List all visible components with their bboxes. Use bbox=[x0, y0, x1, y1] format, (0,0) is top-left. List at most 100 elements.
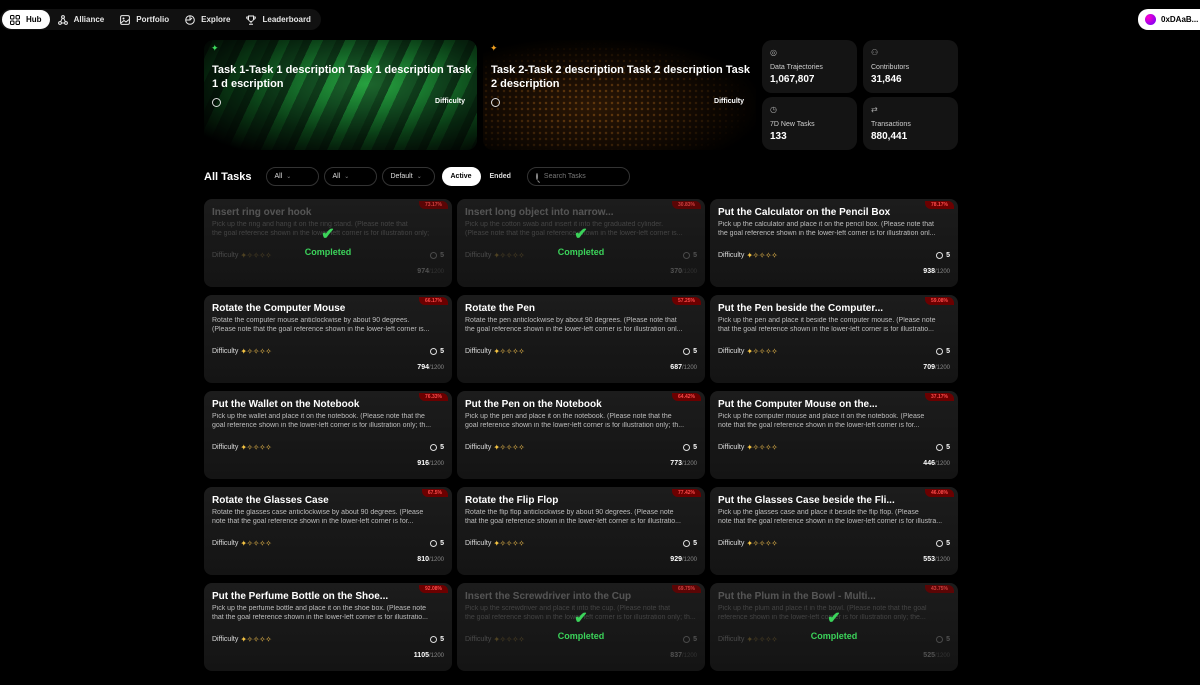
nav-item-portfolio[interactable]: Portfolio bbox=[112, 10, 177, 29]
featured-task-1[interactable]: ✦ Task 1-Task 1 description Task 1 descr… bbox=[204, 40, 477, 150]
task-progress-total: /1200 bbox=[934, 365, 950, 371]
completion-badge: 57.25% bbox=[672, 297, 701, 305]
task-description-line: note that the goal reference shown in th… bbox=[718, 517, 943, 525]
task-progress: 553/1200 bbox=[923, 556, 950, 563]
task-time-value: 5 bbox=[440, 636, 444, 643]
task-card[interactable]: 67.5% Rotate the Glasses Case Rotate the… bbox=[204, 487, 452, 575]
select-value: All bbox=[332, 173, 341, 180]
featured-task-2[interactable]: ✦ Task 2-Task 2 description Task 2 descr… bbox=[483, 40, 756, 150]
wallet-button[interactable]: 0xDAaB... bbox=[1138, 9, 1200, 30]
task-progress-count: 687 bbox=[670, 364, 682, 371]
chevron-down-icon: ⌄ bbox=[416, 174, 422, 180]
task-meta-row: Difficulty ✦✧✧✧✧ 5 bbox=[465, 539, 697, 548]
grid-icon bbox=[10, 14, 20, 25]
difficulty: Difficulty ✦✧✧✧✧ bbox=[718, 443, 778, 452]
completed-overlay: ✔ Completed bbox=[204, 226, 452, 258]
difficulty-stars-icon: ✦✧✧✧✧ bbox=[746, 443, 778, 452]
task-progress-total: /1200 bbox=[681, 653, 697, 659]
completed-overlay: ✔ Completed bbox=[457, 611, 705, 642]
task-progress-total: /1200 bbox=[681, 269, 697, 275]
task-description: Pick up the glasses case and place it be… bbox=[718, 509, 950, 526]
completion-badge: 78.17% bbox=[925, 201, 954, 209]
difficulty-label: Difficulty bbox=[465, 348, 492, 355]
trophy-icon bbox=[246, 15, 257, 25]
status-toggle: Active Ended bbox=[441, 167, 520, 186]
task-card[interactable]: 66.17% Rotate the Computer Mouse Rotate … bbox=[204, 295, 452, 383]
task-card[interactable]: 76.33% Put the Wallet on the Notebook Pi… bbox=[204, 391, 452, 479]
completion-badge: 76.33% bbox=[419, 393, 448, 401]
chevron-down-icon: ⌄ bbox=[344, 174, 350, 180]
task-progress-total: /1200 bbox=[681, 557, 697, 563]
clock-icon bbox=[430, 636, 438, 643]
task-card[interactable]: 57.25% Rotate the Pen Rotate the pen ant… bbox=[457, 295, 705, 383]
completed-overlay: ✔ Completed bbox=[457, 227, 705, 258]
target-icon: ◎ bbox=[770, 48, 777, 57]
toggle-ended[interactable]: Ended bbox=[481, 167, 520, 186]
task-time: 5 bbox=[936, 540, 950, 547]
task-card[interactable]: 46.08% Put the Glasses Case beside the F… bbox=[710, 487, 958, 575]
task-progress-total: /1200 bbox=[681, 365, 697, 371]
transfer-icon: ⇄ bbox=[871, 105, 878, 114]
task-progress: 974/1200 bbox=[417, 268, 444, 275]
completion-badge: 59.08% bbox=[925, 297, 954, 305]
search-input[interactable] bbox=[543, 173, 624, 180]
nav-item-hub[interactable]: Hub bbox=[2, 10, 50, 29]
search-icon bbox=[535, 173, 538, 180]
task-title: Put the Pen beside the Computer... bbox=[718, 303, 884, 314]
task-card[interactable]: 64.42% Put the Pen on the Notebook Pick … bbox=[457, 391, 705, 479]
task-progress-total: /1200 bbox=[934, 557, 950, 563]
clock-icon bbox=[430, 348, 438, 355]
clock-icon: ◷ bbox=[770, 105, 777, 114]
difficulty-stars-icon: ✦✧✧✧✧ bbox=[493, 539, 525, 548]
task-progress-count: 1105 bbox=[413, 652, 429, 659]
sort-select[interactable]: Default ⌄ bbox=[381, 167, 435, 186]
task-description-line: goal reference shown in the lower-left c… bbox=[212, 421, 432, 429]
task-card[interactable]: 73.17% Insert ring over hook Pick up the… bbox=[204, 199, 452, 287]
nav-label-explore: Explore bbox=[201, 15, 231, 24]
stat-new-tasks: ◷ 7D New Tasks 133 bbox=[762, 97, 857, 150]
select-value: All bbox=[274, 173, 283, 180]
task-time-value: 5 bbox=[440, 348, 444, 355]
task-meta-row: Difficulty ✦✧✧✧✧ 5 bbox=[212, 443, 444, 452]
toggle-active[interactable]: Active bbox=[441, 167, 481, 186]
top-navigation: Hub Alliance Portfolio Explore Leaderboa… bbox=[0, 9, 321, 30]
nav-label-alliance: Alliance bbox=[73, 15, 105, 24]
task-card[interactable]: 59.08% Put the Pen beside the Computer..… bbox=[710, 295, 958, 383]
task-description: Pick up the wallet and place it on the n… bbox=[212, 413, 444, 430]
task-time-value: 5 bbox=[693, 444, 697, 451]
wallet-address: 0xDAaB... bbox=[1161, 15, 1199, 24]
task-card[interactable]: 77.42% Rotate the Flip Flop Rotate the f… bbox=[457, 487, 705, 575]
stat-label: Transactions bbox=[871, 121, 911, 128]
checkmark-icon: ✔ bbox=[321, 226, 335, 243]
task-time-value: 5 bbox=[693, 348, 697, 355]
task-progress: 709/1200 bbox=[923, 364, 950, 371]
stat-transactions: ⇄ Transactions 880,441 bbox=[863, 97, 958, 150]
task-description-line: Pick up the wallet and place it on the n… bbox=[212, 413, 425, 420]
stat-value: 133 bbox=[770, 131, 787, 142]
task-card[interactable]: 92.08% Put the Perfume Bottle on the Sho… bbox=[204, 583, 452, 671]
task-description: Pick up the pen and place it on the note… bbox=[465, 413, 697, 430]
task-description-line: Pick up the pen and place it beside the … bbox=[718, 317, 936, 324]
nav-label-leaderboard: Leaderboard bbox=[262, 15, 311, 24]
task-title: Put the Perfume Bottle on the Shoe... bbox=[212, 591, 389, 602]
completed-label: Completed bbox=[304, 247, 352, 257]
nav-item-alliance[interactable]: Alliance bbox=[50, 10, 113, 29]
type-select[interactable]: All ⌄ bbox=[323, 167, 377, 186]
task-card[interactable]: 30.83% Insert long object into narrow...… bbox=[457, 199, 705, 287]
task-card[interactable]: 78.17% Put the Calculator on the Pencil … bbox=[710, 199, 958, 287]
difficulty-stars-icon: ✦✧✧✧✧ bbox=[240, 347, 272, 356]
nav-item-explore[interactable]: Explore bbox=[177, 10, 238, 29]
nav-item-leaderboard[interactable]: Leaderboard bbox=[238, 10, 318, 29]
task-card[interactable]: 69.75% Insert the Screwdriver into the C… bbox=[457, 583, 705, 671]
task-card[interactable]: 37.17% Put the Computer Mouse on the... … bbox=[710, 391, 958, 479]
task-description-line: (Please note that the goal reference sho… bbox=[212, 325, 430, 333]
task-description-line: the goal reference shown in the lower-le… bbox=[465, 325, 683, 333]
task-time-value: 5 bbox=[946, 540, 950, 547]
difficulty-stars-icon: ✦✧✧✧✧ bbox=[240, 635, 272, 644]
task-description: Pick up the calculator and place it on t… bbox=[718, 221, 950, 238]
featured-difficulty-label: Difficulty bbox=[435, 98, 465, 105]
task-meta-row: Difficulty ✦✧✧✧✧ 5 bbox=[212, 539, 444, 548]
category-select[interactable]: All ⌄ bbox=[265, 167, 319, 186]
task-card[interactable]: 43.75% Put the Plum in the Bowl - Multi.… bbox=[710, 583, 958, 671]
task-time: 5 bbox=[936, 348, 950, 355]
